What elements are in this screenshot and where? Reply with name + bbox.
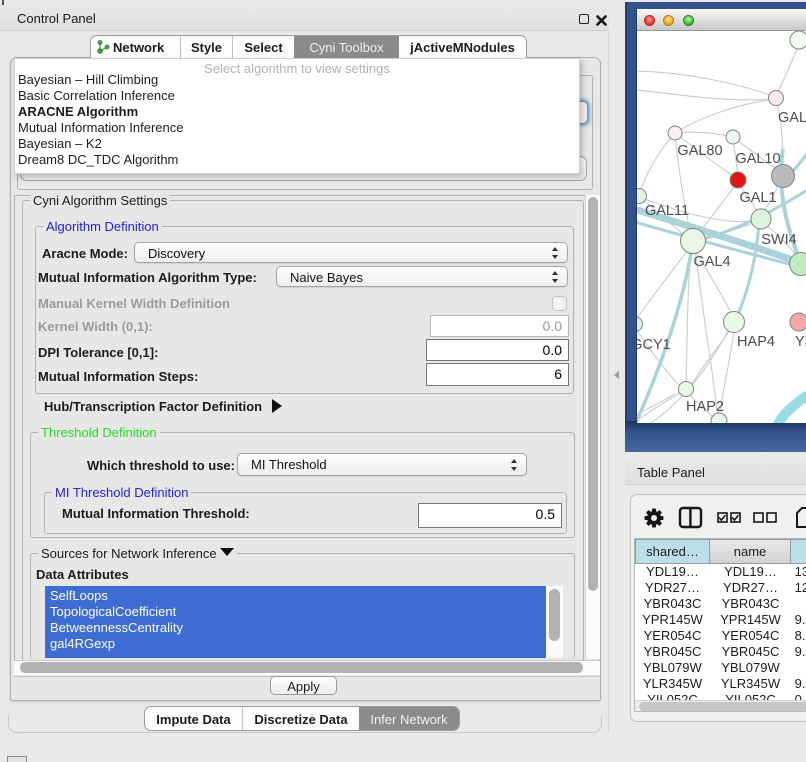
svg-text:HAP4: HAP4 <box>737 334 775 350</box>
svg-text:GAL10: GAL10 <box>735 151 780 167</box>
svg-text:GAL7: GAL7 <box>778 110 806 126</box>
svg-text:GAL1: GAL1 <box>739 190 776 206</box>
svg-text:GCY1: GCY1 <box>637 337 671 353</box>
svg-text:HAP2: HAP2 <box>686 399 724 415</box>
svg-text:SWI4: SWI4 <box>761 232 796 248</box>
svg-text:YD: YD <box>795 334 806 350</box>
svg-text:GAL4: GAL4 <box>693 254 730 270</box>
svg-text:GAL11: GAL11 <box>645 203 689 219</box>
svg-text:GAL80: GAL80 <box>677 143 722 159</box>
